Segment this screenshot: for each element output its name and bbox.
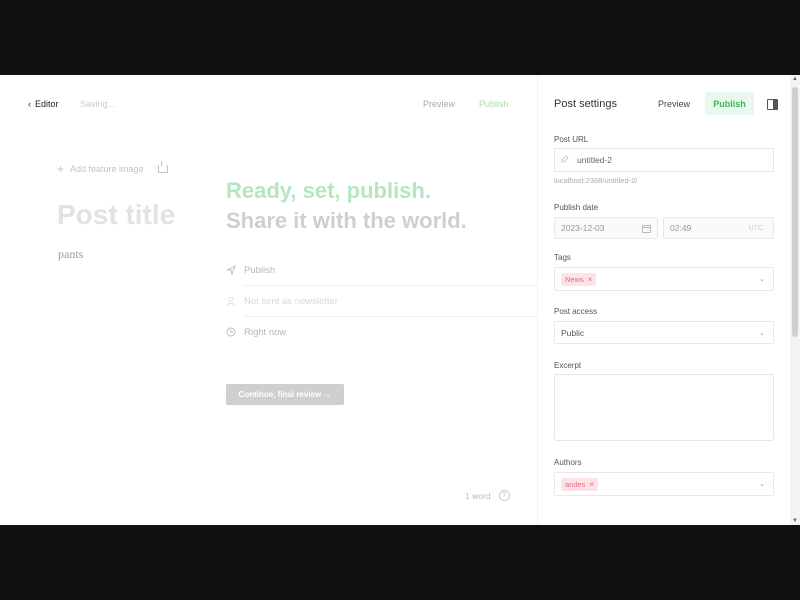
schedule-option[interactable]: Right now xyxy=(226,317,546,347)
back-to-editor-button[interactable]: ‹ Editor xyxy=(28,99,59,109)
help-icon[interactable]: ? xyxy=(498,490,510,501)
continue-final-review-button[interactable]: Continue, final review → xyxy=(226,384,344,405)
scroll-up-icon[interactable]: ▲ xyxy=(792,76,798,82)
author-chip[interactable]: andes × xyxy=(561,477,599,491)
remove-author-icon[interactable]: × xyxy=(589,480,594,489)
clock-icon xyxy=(226,327,236,337)
author-label: andes xyxy=(565,479,586,489)
publish-type-label: Publish xyxy=(244,264,276,276)
upload-icon[interactable] xyxy=(157,161,168,173)
date-value: 2023-12-03 xyxy=(561,223,605,233)
word-count-label: 1 word xyxy=(465,490,491,501)
remove-tag-icon[interactable]: × xyxy=(588,275,593,284)
preview-button[interactable]: Preview xyxy=(423,99,455,109)
post-body[interactable]: pants xyxy=(58,247,83,262)
send-icon xyxy=(226,265,236,275)
chevron-down-icon[interactable]: ⌄ xyxy=(759,275,765,283)
post-settings-panel: Post settings Preview Publish Post URL u… xyxy=(537,75,791,525)
chevron-down-icon[interactable]: ⌄ xyxy=(759,480,765,488)
tag-chip[interactable]: News × xyxy=(561,272,597,286)
newsletter-option[interactable]: Not sent as newsletter xyxy=(226,286,546,316)
add-feature-image-button[interactable]: + Add feature image xyxy=(57,161,168,176)
post-url-value: untitled-2 xyxy=(577,155,612,165)
app-window: ‹ Editor Saving... Preview Publish + Add… xyxy=(0,75,800,525)
scrollbar-thumb[interactable] xyxy=(792,87,798,337)
chevron-down-icon: ⌄ xyxy=(759,330,765,337)
feature-image-label: Add feature image xyxy=(70,164,144,174)
panel-preview-button[interactable]: Preview xyxy=(658,99,690,109)
authors-input[interactable]: andes × ⌄ xyxy=(554,472,774,496)
panel-scrollbar[interactable]: ▲ ▼ xyxy=(790,75,800,525)
schedule-label: Right now xyxy=(244,326,287,338)
publish-date-label: Publish date xyxy=(554,203,599,212)
date-input[interactable]: 2023-12-03 xyxy=(554,217,658,239)
post-access-value: Public xyxy=(561,327,585,338)
panel-publish-button[interactable]: Publish xyxy=(705,92,754,115)
excerpt-label: Excerpt xyxy=(554,361,582,370)
publish-type-option[interactable]: Publish xyxy=(226,255,546,285)
panel-title: Post settings xyxy=(554,98,617,110)
time-input[interactable]: 02:49 UTC xyxy=(663,217,774,239)
save-status: Saving... xyxy=(80,99,116,109)
post-title[interactable]: Post title xyxy=(57,199,175,231)
chevron-left-icon: ‹ xyxy=(28,99,31,109)
word-count: 1 word ? xyxy=(465,490,510,501)
tags-input[interactable]: News × ⌄ xyxy=(554,267,774,291)
sidebar-toggle-icon[interactable] xyxy=(767,99,778,110)
excerpt-textarea[interactable] xyxy=(554,374,774,441)
tags-label: Tags xyxy=(554,253,571,262)
link-icon xyxy=(561,155,569,165)
post-access-select[interactable]: Public ⌄ xyxy=(554,321,774,344)
post-access-label: Post access xyxy=(554,307,598,316)
publish-subhead: Share it with the world. xyxy=(226,208,467,233)
scroll-down-icon[interactable]: ▼ xyxy=(792,518,798,524)
plus-icon: + xyxy=(57,161,65,176)
newsletter-label: Not sent as newsletter xyxy=(244,295,338,307)
post-url-label: Post URL xyxy=(554,135,589,144)
publish-button[interactable]: Publish xyxy=(479,99,509,109)
authors-label: Authors xyxy=(554,458,582,467)
timezone-label: UTC xyxy=(748,224,763,232)
time-value: 02:49 xyxy=(670,223,692,233)
post-url-hint: localhost:2368/untitled-2/ xyxy=(554,176,638,185)
back-label: Editor xyxy=(35,99,59,109)
post-url-input[interactable]: untitled-2 xyxy=(554,148,774,172)
publish-headline: Ready, set, publish. xyxy=(226,178,431,203)
person-icon xyxy=(226,296,236,306)
calendar-icon[interactable] xyxy=(642,224,651,235)
tag-label: News xyxy=(565,274,584,284)
